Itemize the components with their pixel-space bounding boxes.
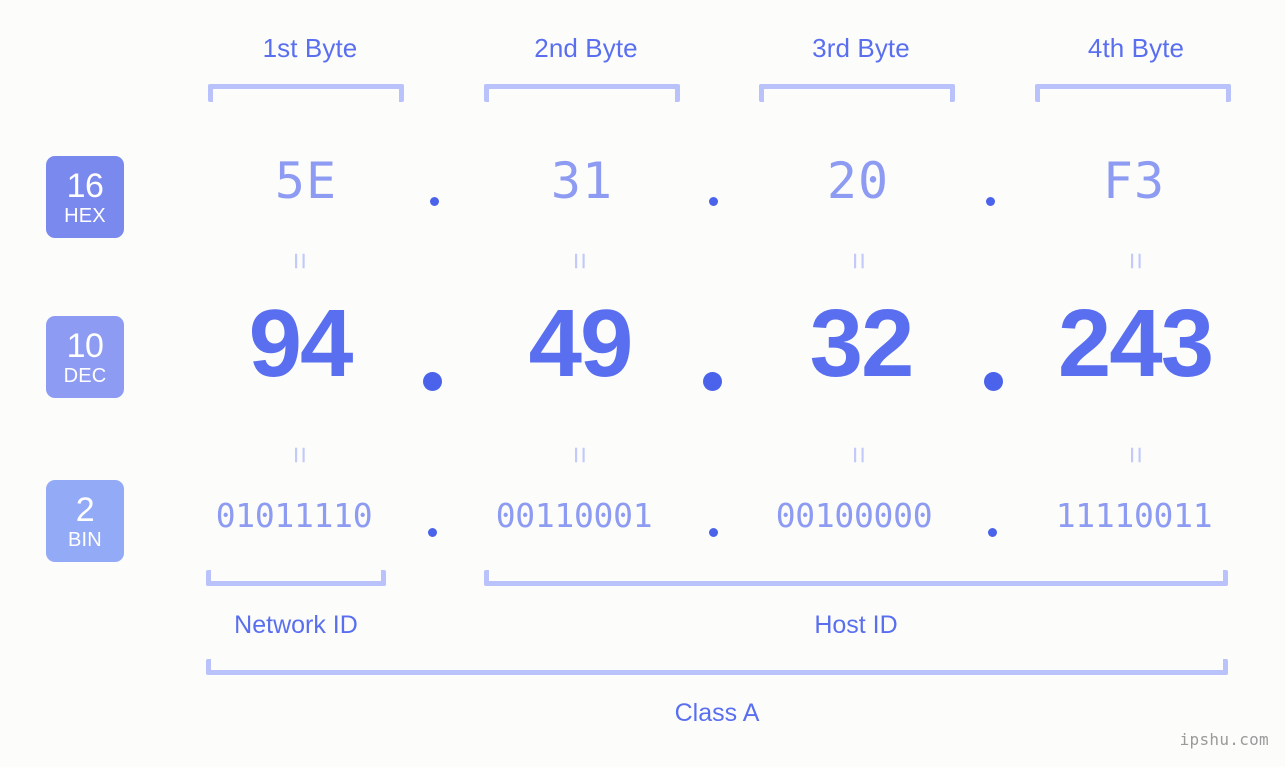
dec-value-byte-2: 49 — [528, 290, 634, 397]
bin-separator-dot-3 — [988, 528, 997, 537]
dec-separator-dot-2 — [703, 372, 722, 391]
equals-sign-dec-bin-1: = — [283, 446, 316, 464]
bin-separator-dot-1 — [428, 528, 437, 537]
base-badge-hex-number: 16 — [66, 166, 104, 205]
equals-sign-hex-dec-3: = — [842, 252, 875, 270]
class-label: Class A — [674, 699, 760, 727]
hex-value-byte-3: 20 — [826, 152, 890, 210]
base-badge-dec-name: DEC — [63, 364, 107, 387]
bin-value-byte-1: 01011110 — [215, 496, 373, 535]
byte-bracket-top-2 — [484, 84, 680, 102]
hex-value-byte-1: 5E — [274, 152, 338, 210]
byte-bracket-top-3 — [759, 84, 955, 102]
host-id-label: Host ID — [814, 611, 898, 639]
equals-sign-dec-bin-2: = — [563, 446, 596, 464]
hex-value-byte-4: F3 — [1102, 152, 1166, 210]
dec-separator-dot-1 — [423, 372, 442, 391]
host-id-bracket — [484, 570, 1228, 586]
watermark-text: ipshu.com — [1179, 730, 1269, 749]
byte-bracket-top-4 — [1035, 84, 1231, 102]
hex-separator-dot-1 — [430, 197, 439, 206]
dec-value-byte-1: 94 — [248, 290, 354, 397]
byte-header-label-2: 2nd Byte — [534, 33, 638, 63]
bin-value-byte-4: 11110011 — [1055, 496, 1213, 535]
byte-header-label-4: 4th Byte — [1087, 33, 1185, 63]
byte-header-label-3: 3rd Byte — [812, 33, 910, 63]
equals-sign-dec-bin-4: = — [1119, 446, 1152, 464]
base-badge-bin-number: 2 — [75, 490, 95, 529]
class-bracket — [206, 659, 1228, 675]
bin-value-byte-3: 00100000 — [775, 496, 933, 535]
dec-value-byte-4: 243 — [1057, 290, 1214, 397]
base-badge-hex: 16 HEX — [46, 156, 124, 238]
bin-separator-dot-2 — [709, 528, 718, 537]
base-badge-dec-number: 10 — [66, 326, 104, 365]
byte-header-label-1: 1st Byte — [262, 33, 358, 63]
base-badge-bin-name: BIN — [68, 528, 102, 551]
base-badge-dec: 10 DEC — [46, 316, 124, 398]
hex-separator-dot-2 — [709, 197, 718, 206]
network-id-bracket — [206, 570, 386, 586]
hex-separator-dot-3 — [986, 197, 995, 206]
hex-value-byte-2: 31 — [550, 152, 614, 210]
dec-separator-dot-3 — [984, 372, 1003, 391]
byte-bracket-top-1 — [208, 84, 404, 102]
base-badge-bin: 2 BIN — [46, 480, 124, 562]
dec-value-byte-3: 32 — [809, 290, 915, 397]
ip-byte-breakdown-diagram: 1st Byte 2nd Byte 3rd Byte 4th Byte 16 H… — [0, 0, 1285, 767]
equals-sign-hex-dec-2: = — [563, 252, 596, 270]
bin-value-byte-2: 00110001 — [495, 496, 653, 535]
equals-sign-dec-bin-3: = — [842, 446, 875, 464]
network-id-label: Network ID — [234, 611, 358, 639]
equals-sign-hex-dec-1: = — [283, 252, 316, 270]
equals-sign-hex-dec-4: = — [1119, 252, 1152, 270]
base-badge-hex-name: HEX — [64, 204, 106, 227]
